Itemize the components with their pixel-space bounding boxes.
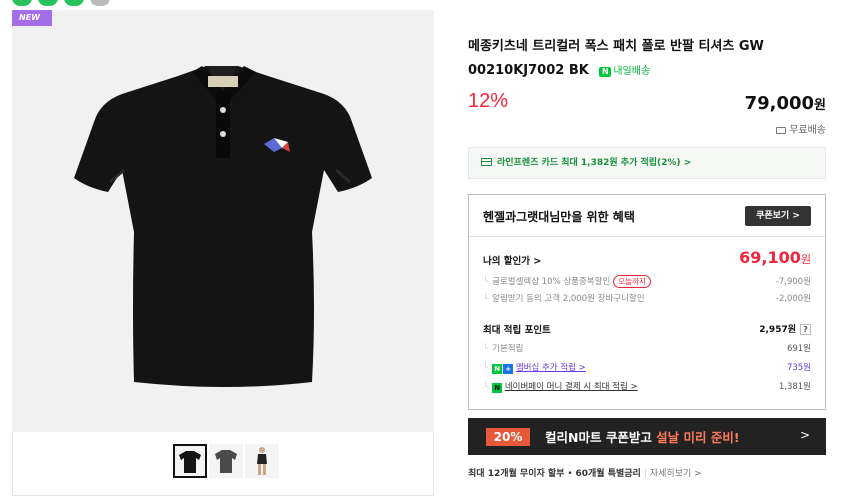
- credit-card-icon: [481, 158, 492, 166]
- price-unit: 원: [814, 98, 826, 113]
- points-row: 최대 적립 포인트 2,957원?: [483, 322, 811, 336]
- coupon-view-button[interactable]: 쿠폰보기 >: [745, 206, 811, 226]
- thumb-shirt-back-image: [215, 450, 237, 473]
- thumbnail-2[interactable]: [209, 444, 243, 478]
- product-price: 79,000원: [745, 93, 826, 114]
- my-price-unit: 원: [800, 253, 811, 266]
- my-price-value: 69,100: [739, 248, 801, 267]
- benefit-title: 헨젤과그랫대님만을 위한 혜택: [483, 210, 635, 224]
- discount-line-1-label: 글로벌셀렉샵 10% 상품중복할인: [492, 277, 611, 287]
- thumb-model-image: [257, 447, 267, 475]
- delivery-badge[interactable]: N 내일배송: [599, 60, 650, 84]
- polo-shirt-image: [74, 66, 372, 387]
- my-price-label: 나의 할인가 >: [483, 256, 542, 267]
- points-total-value: 2,957원: [759, 325, 796, 335]
- more-icon[interactable]: [90, 0, 110, 6]
- benefit-box: 헨젤과그랫대님만을 위한 혜택 쿠폰보기 > 나의 할인가 > 69,100원 …: [468, 194, 826, 410]
- point-membership-value: 735원: [786, 363, 811, 373]
- installment-info: 최대 12개월 무이자 할부 • 60개월 특별금리 | 자세히보기 >: [468, 469, 702, 479]
- free-shipping: 무료배송: [776, 121, 826, 136]
- thumbnail-1[interactable]: [173, 444, 207, 478]
- benefit-header: 헨젤과그랫대님만을 위한 혜택 쿠폰보기 >: [469, 195, 825, 237]
- new-badge: NEW: [12, 10, 52, 26]
- discount-line-1-value: -7,900원: [775, 277, 811, 287]
- naver-pay-icon: N: [492, 383, 503, 393]
- truck-icon: [776, 127, 787, 134]
- discount-rate: 12%: [468, 90, 509, 112]
- discount-line-1: └ 글로벌셀렉샵 10% 상품중복할인 오늘까지 -7,900원: [483, 275, 811, 288]
- product-title: 메종키츠네 트리컬러 폭스 패치 폴로 반팔 티셔츠 GW 00210KJ700…: [468, 35, 826, 84]
- card-promo-text: 라인프렌즈 카드 최대 1,382원 추가 적립(2%) >: [497, 158, 692, 168]
- naver-plus-icon: N +: [492, 364, 514, 374]
- discount-line-2-value: -2,000원: [775, 294, 811, 304]
- point-line-npay[interactable]: └ N 네이버페이 머니 결제 시 최대 적립 > 1,381원: [483, 380, 811, 393]
- promo-text-highlight: 설날 미리 준비!: [656, 430, 740, 445]
- points-total: 2,957원?: [759, 322, 811, 335]
- help-icon[interactable]: ?: [800, 324, 811, 335]
- point-line-basic: └ 기본적립 691원: [483, 344, 811, 354]
- product-info: 메종키츠네 트리컬러 폭스 패치 폴로 반팔 티셔츠 GW 00210KJ700…: [468, 0, 826, 496]
- share-icon[interactable]: [12, 0, 32, 6]
- price-value: 79,000: [744, 93, 815, 114]
- my-sale-price: 69,100원: [739, 248, 811, 267]
- delivery-label: 내일배송: [613, 66, 651, 77]
- product-main-image[interactable]: [12, 10, 434, 432]
- discount-line-2: └ 알림받기 동의 고객 2,000원 장바구니할인 -2,000원: [483, 294, 811, 304]
- installment-more-link[interactable]: 자세히보기 >: [650, 469, 702, 479]
- thumbnail-3[interactable]: [245, 444, 279, 478]
- thumb-shirt-image: [179, 451, 201, 473]
- point-basic-label: 기본적립: [492, 344, 524, 354]
- membership-link[interactable]: 멤버십 추가 적립 >: [516, 363, 586, 373]
- points-label: 최대 적립 포인트: [483, 325, 551, 336]
- npay-link[interactable]: 네이버페이 머니 결제 시 최대 적립 >: [505, 382, 638, 392]
- today-only-pill: 오늘까지: [613, 275, 651, 288]
- free-shipping-label: 무료배송: [789, 125, 826, 136]
- zzim-icon[interactable]: [38, 0, 58, 6]
- chevron-right-icon: >: [799, 428, 810, 442]
- talk-icon[interactable]: [64, 0, 84, 6]
- naver-n-icon: N: [599, 67, 612, 77]
- installment-dot: •: [564, 469, 576, 479]
- promo-text: 컬리N마트 쿠폰받고 설날 미리 준비!: [545, 427, 740, 446]
- discount-line-2-label: 알림받기 동의 고객 2,000원 장바구니할인: [492, 294, 645, 304]
- point-basic-value: 691원: [786, 344, 811, 354]
- promo-percent: 20%: [486, 428, 530, 446]
- thumbnail-strip: [12, 432, 434, 496]
- point-line-membership[interactable]: └ N + 멤버십 추가 적립 > 735원: [483, 361, 811, 374]
- promo-text-main: 컬리N마트 쿠폰받고: [545, 430, 657, 445]
- my-price-row[interactable]: 나의 할인가 > 69,100원: [483, 248, 811, 267]
- promo-banner[interactable]: 20% 컬리N마트 쿠폰받고 설날 미리 준비! >: [468, 418, 826, 455]
- product-gallery: NEW: [12, 10, 434, 496]
- card-promo-bar[interactable]: 라인프렌즈 카드 최대 1,382원 추가 적립(2%) >: [468, 147, 826, 179]
- installment-text-2: 60개월 특별금리: [575, 469, 641, 479]
- point-npay-value: 1,381원: [778, 382, 811, 392]
- installment-text-1: 최대 12개월 무이자 할부: [468, 469, 565, 479]
